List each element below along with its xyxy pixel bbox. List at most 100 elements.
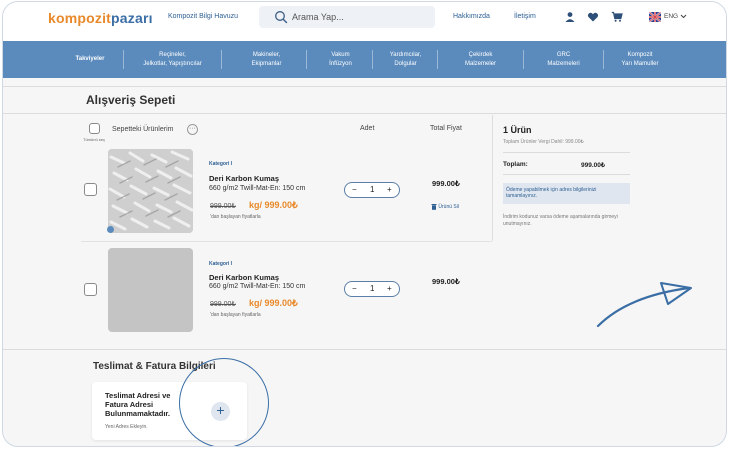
item-note: 'dan başlayan fiyatlarla — [210, 312, 261, 318]
nav-label-line-2: Jelkotlar, Yapıştırıcılar — [143, 60, 202, 67]
remove-item-button[interactable]: Ürünü Sil — [431, 203, 459, 210]
nav-label-line-2: İnfüzyon — [329, 60, 352, 67]
item-desc: 660 g/m2 Twill-Mat-En: 150 cm — [209, 283, 306, 290]
product-image[interactable] — [108, 149, 193, 233]
item-old-price: 999.00₺ — [210, 203, 236, 210]
nav-label-line-2: Malzemeleri — [547, 60, 580, 67]
item-old-price: 999.00₺ — [210, 301, 236, 308]
chevron-down-icon — [680, 14, 687, 18]
nav-label-line-2: Malzemeler — [464, 60, 496, 67]
category-nav: Takviyeler Reçineler, Jelkotlar, Yapıştır… — [3, 41, 726, 78]
nav-item-kompozit[interactable]: Kompozit Yarı Mamuller — [604, 41, 676, 78]
fabric-texture — [108, 149, 193, 233]
summary-subtotal: Toplam Ürünler Vergi Dahil: 999.00₺ — [503, 139, 584, 145]
select-all-checkbox[interactable] — [89, 123, 100, 134]
item-desc: 660 g/m2 Twill-Mat-En: 150 cm — [209, 185, 306, 192]
page-title: Alışveriş Sepeti — [86, 93, 176, 107]
search-box[interactable] — [259, 6, 435, 28]
arrow-annotation-icon — [596, 282, 692, 328]
nav-item-takviyeler[interactable]: Takviyeler — [47, 41, 133, 78]
trash-icon — [431, 204, 437, 210]
item-total: 999.00₺ — [432, 277, 460, 286]
price-unit: kg/ — [249, 298, 263, 308]
logo-part-1: kompozit — [48, 10, 112, 26]
divider — [3, 86, 726, 87]
divider — [3, 349, 726, 350]
nav-item-cekirdek[interactable]: Çekirdek Malzemeler — [438, 41, 523, 78]
nav-label-line-1: Makineler, — [252, 51, 281, 58]
address-warning-text: Ödeme yapabilmek için adres bilgileriniz… — [506, 187, 597, 199]
summary-total-value: 999.00₺ — [581, 162, 606, 169]
nav-label-line-1: Kompozit — [627, 51, 653, 58]
item-note: 'dan başlayan fiyatlarla — [210, 214, 261, 220]
increment-button[interactable]: + — [387, 284, 392, 293]
address-warning: Ödeme yapabilmek için adres bilgileriniz… — [503, 183, 630, 204]
divider — [503, 152, 630, 153]
about-link[interactable]: Hakkımızda — [453, 13, 490, 20]
item-category[interactable]: Kategori I — [209, 161, 232, 167]
uk-flag-icon[interactable] — [649, 12, 661, 22]
summary-count: 1 Ürün — [503, 125, 532, 135]
price-value: 999.00₺ — [264, 200, 298, 210]
decrement-button[interactable]: − — [352, 185, 357, 194]
logo[interactable]: kompozitpazarı — [48, 10, 153, 26]
more-options-icon[interactable]: ··· — [187, 124, 198, 135]
item-checkbox[interactable] — [84, 183, 97, 196]
select-all-label: Tümünü seç — [83, 137, 106, 142]
nav-label-line-2: Ekipmanlar — [251, 60, 282, 67]
divider — [3, 113, 726, 114]
quantity-value: 1 — [370, 284, 375, 293]
item-name[interactable]: Deri Karbon Kumaş — [209, 273, 279, 282]
item-new-price: kg/ 999.00₺ — [249, 200, 298, 211]
products-header: Sepetteki Ürünlerim — [112, 126, 174, 133]
language-label: ENG — [664, 13, 679, 20]
item-category[interactable]: Kategori I — [209, 261, 232, 267]
nav-item-yardimcilar[interactable]: Yardımcılar, Dolgular — [373, 41, 438, 78]
quantity-value: 1 — [370, 185, 375, 194]
user-icon[interactable] — [564, 11, 576, 23]
decrement-button[interactable]: − — [352, 284, 357, 293]
logo-part-2: pazarı — [111, 10, 153, 26]
summary-divider — [492, 115, 493, 241]
summary-total-label: Toplam: — [503, 161, 528, 168]
nav-item-grc[interactable]: GRC Malzemeleri — [524, 41, 603, 78]
item-total: 999.00₺ — [432, 179, 460, 188]
product-image-placeholder[interactable] — [108, 248, 193, 332]
add-address-label: Yeni Adres Ekleyin. — [105, 424, 148, 430]
contact-link[interactable]: İletişim — [514, 13, 536, 20]
remove-item-label: Ürünü Sil — [438, 203, 459, 210]
divider — [503, 174, 630, 175]
nav-label-line-1: Yardımcılar, — [389, 51, 422, 58]
nav-label-line-1: Vakum — [331, 51, 350, 58]
search-icon[interactable] — [274, 10, 288, 24]
nav-item-recineler[interactable]: Reçineler, Jelkotlar, Yapıştırıcılar — [124, 41, 221, 78]
quantity-stepper[interactable]: − 1 + — [344, 182, 400, 198]
image-badge-icon — [107, 226, 114, 233]
top-bar: kompozitpazarı Kompozit Bilgi Havuzu Hak… — [3, 2, 726, 41]
nav-item-vakum[interactable]: Vakum İnfüzyon — [307, 41, 374, 78]
knowledge-link[interactable]: Kompozit Bilgi Havuzu — [168, 13, 238, 20]
discount-note: İndirim kodunuz varsa ödeme aşamalarında… — [503, 214, 618, 227]
nav-label-line-1: GRC — [556, 51, 571, 58]
price-unit: kg/ — [249, 200, 263, 210]
row-divider — [81, 241, 492, 242]
qty-header: Adet — [360, 125, 375, 132]
cart-icon[interactable] — [611, 11, 623, 23]
item-new-price: kg/ 999.00₺ — [249, 298, 298, 309]
nav-label: Takviyeler — [75, 56, 105, 62]
increment-button[interactable]: + — [387, 185, 392, 194]
no-address-message: Teslimat Adresi ve Fatura Adresi Bulunma… — [105, 391, 171, 418]
item-checkbox[interactable] — [84, 283, 97, 296]
total-header: Total Fiyat — [430, 125, 462, 132]
item-name[interactable]: Deri Karbon Kumaş — [209, 174, 279, 183]
nav-label-line-2: Dolgular — [394, 60, 417, 67]
search-input[interactable] — [292, 9, 422, 25]
heart-icon[interactable] — [587, 11, 599, 23]
language-selector[interactable]: ENG — [664, 13, 687, 20]
quantity-stepper[interactable]: − 1 + — [344, 281, 400, 297]
price-value: 999.00₺ — [264, 298, 298, 308]
nav-label-line-1: Çekirdek — [468, 51, 493, 58]
nav-item-makineler[interactable]: Makineler, Ekipmanlar — [222, 41, 311, 78]
app-frame: kompozitpazarı Kompozit Bilgi Havuzu Hak… — [2, 1, 727, 447]
nav-label-line-2: Yarı Mamuller — [621, 60, 659, 67]
